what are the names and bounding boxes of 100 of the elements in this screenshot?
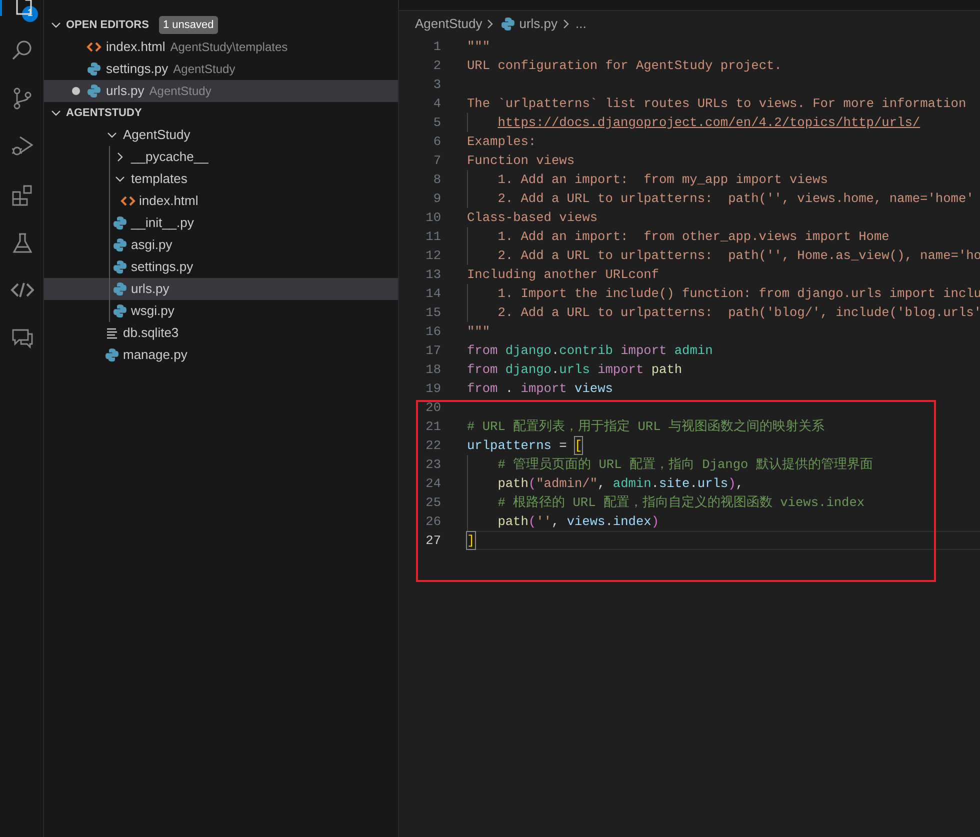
- python-icon: [112, 215, 128, 231]
- line-number: 24: [424, 474, 441, 493]
- file-item[interactable]: settings.py: [44, 256, 398, 278]
- code-token: views: [574, 380, 613, 397]
- open-editor-item[interactable]: index.html AgentStudy\templates: [44, 36, 398, 58]
- breadcrumb-item[interactable]: urls.py: [519, 14, 558, 34]
- code-token: 2. Add a URL to urlpatterns: path('blog/', include('blog.urls': [498, 304, 980, 321]
- code-token: ): [651, 513, 659, 530]
- code-token: ]: [467, 532, 475, 549]
- code-token: path: [498, 475, 528, 492]
- code-token: ,: [551, 513, 560, 530]
- code-token: =: [558, 437, 568, 454]
- code-token: .: [551, 342, 560, 359]
- line-number: 6: [432, 132, 441, 151]
- code-token: '': [536, 513, 552, 530]
- code-comment: # 根路径的 URL 配置，指向自定义的视图函数 views.index: [498, 494, 865, 511]
- folder-item[interactable]: AgentStudy: [44, 124, 398, 146]
- breadcrumb-item[interactable]: AgentStudy: [415, 14, 482, 34]
- play-bug-icon: [10, 134, 34, 158]
- search-icon: [10, 38, 34, 62]
- section-title: OPEN EDITORS: [66, 18, 149, 33]
- code-token: index: [612, 513, 652, 530]
- line-number: 19: [424, 380, 441, 398]
- line-number: 5: [432, 114, 441, 132]
- unsaved-dot-icon: [71, 86, 81, 96]
- line-number: 10: [424, 208, 441, 227]
- file-name: urls.py: [106, 82, 144, 100]
- code-token: 2. Add a URL to urlpatterns: path('', views.home, name='home': [498, 190, 974, 207]
- folder-item[interactable]: templates: [44, 168, 398, 190]
- code-token: site: [658, 475, 690, 492]
- file-item[interactable]: index.html: [44, 190, 398, 212]
- blocks-icon: [10, 183, 34, 207]
- python-icon: [104, 347, 120, 363]
- line-number: 22: [424, 436, 441, 455]
- code-token: from: [467, 361, 499, 378]
- line-number: 3: [432, 76, 441, 94]
- line-number: 8: [432, 170, 441, 189]
- line-number: 17: [424, 342, 441, 360]
- flask-button[interactable]: [10, 231, 34, 255]
- code-token: 1. Add an import: from other_app.views import Home: [498, 228, 890, 245]
- url-link[interactable]: https://docs.djangoproject.com/en/4.2/topics/http/urls/: [498, 114, 920, 131]
- line-number: 27: [424, 532, 441, 550]
- file-name: AgentStudy: [123, 126, 190, 144]
- code-token: from: [467, 342, 499, 359]
- python-icon: [112, 237, 128, 253]
- line-number: 12: [424, 246, 441, 265]
- open-editor-item[interactable]: settings.py AgentStudy: [44, 58, 398, 80]
- code-token: admin: [674, 342, 713, 359]
- python-icon: [86, 83, 102, 99]
- code-token: django: [505, 342, 552, 359]
- search-button[interactable]: [10, 38, 34, 62]
- code-comment: # URL 配置列表，用于指定 URL 与视图函数之间的映射关系: [467, 418, 824, 435]
- line-number: 4: [432, 94, 441, 113]
- file-name: __init__.py: [131, 214, 194, 232]
- file-name: templates: [131, 170, 188, 188]
- line-number: 21: [424, 418, 441, 436]
- file-path: AgentStudy: [173, 61, 236, 78]
- code-token: .: [651, 475, 659, 492]
- code-token: URL configuration for AgentStudy project.: [467, 57, 782, 74]
- file-item[interactable]: manage.py: [44, 344, 398, 366]
- line-number: 11: [424, 228, 441, 246]
- file-item[interactable]: asgi.py: [44, 234, 398, 256]
- code-token: urlpatterns: [467, 437, 552, 454]
- line-number: 25: [424, 494, 441, 512]
- folder-item[interactable]: __pycache__: [44, 146, 398, 168]
- line-number: 18: [424, 360, 441, 379]
- line-number: 9: [432, 190, 441, 208]
- file-item[interactable]: db.sqlite3: [44, 322, 398, 344]
- code-token: 1. Import the include() function: from django.urls import inclu: [498, 285, 980, 302]
- file-name: wsgi.py: [131, 302, 174, 320]
- line-number: 13: [424, 266, 441, 284]
- code-token: """: [467, 323, 490, 340]
- line-number: 23: [424, 456, 441, 474]
- code-token: path: [651, 361, 682, 378]
- open-editor-item[interactable]: urls.py AgentStudy: [44, 80, 398, 102]
- code-token: 1. Add an import: from my_app import views: [498, 171, 828, 188]
- file-item[interactable]: wsgi.py: [44, 300, 398, 322]
- unsaved-badge: 1 unsaved: [158, 16, 218, 34]
- file-name: index.html: [106, 38, 166, 56]
- code-token: .: [605, 513, 613, 530]
- code-token: from: [467, 380, 498, 397]
- flask-icon: [10, 231, 34, 255]
- file-name: db.sqlite3: [123, 324, 179, 342]
- code-token: (: [528, 475, 536, 492]
- code-token: "admin/": [536, 475, 598, 492]
- code-token: views: [566, 513, 606, 530]
- file-item[interactable]: urls.py: [44, 278, 398, 300]
- breadcrumb-more[interactable]: ...: [576, 14, 586, 34]
- code-token: django: [505, 361, 552, 378]
- code-token: import: [520, 380, 568, 397]
- code-token: Including another URLconf: [467, 266, 659, 283]
- python-icon: [86, 61, 102, 77]
- file-item[interactable]: __init__.py: [44, 212, 398, 234]
- code-token: Class-based views: [467, 209, 598, 226]
- code-token: The `urlpatterns` list routes URLs to views. For more information: [467, 95, 966, 112]
- blocks-button[interactable]: [10, 183, 34, 207]
- play-bug-button[interactable]: [10, 134, 34, 158]
- code-token: .: [690, 475, 698, 492]
- file-path: AgentStudy: [149, 83, 212, 100]
- code-token: import: [598, 361, 645, 378]
